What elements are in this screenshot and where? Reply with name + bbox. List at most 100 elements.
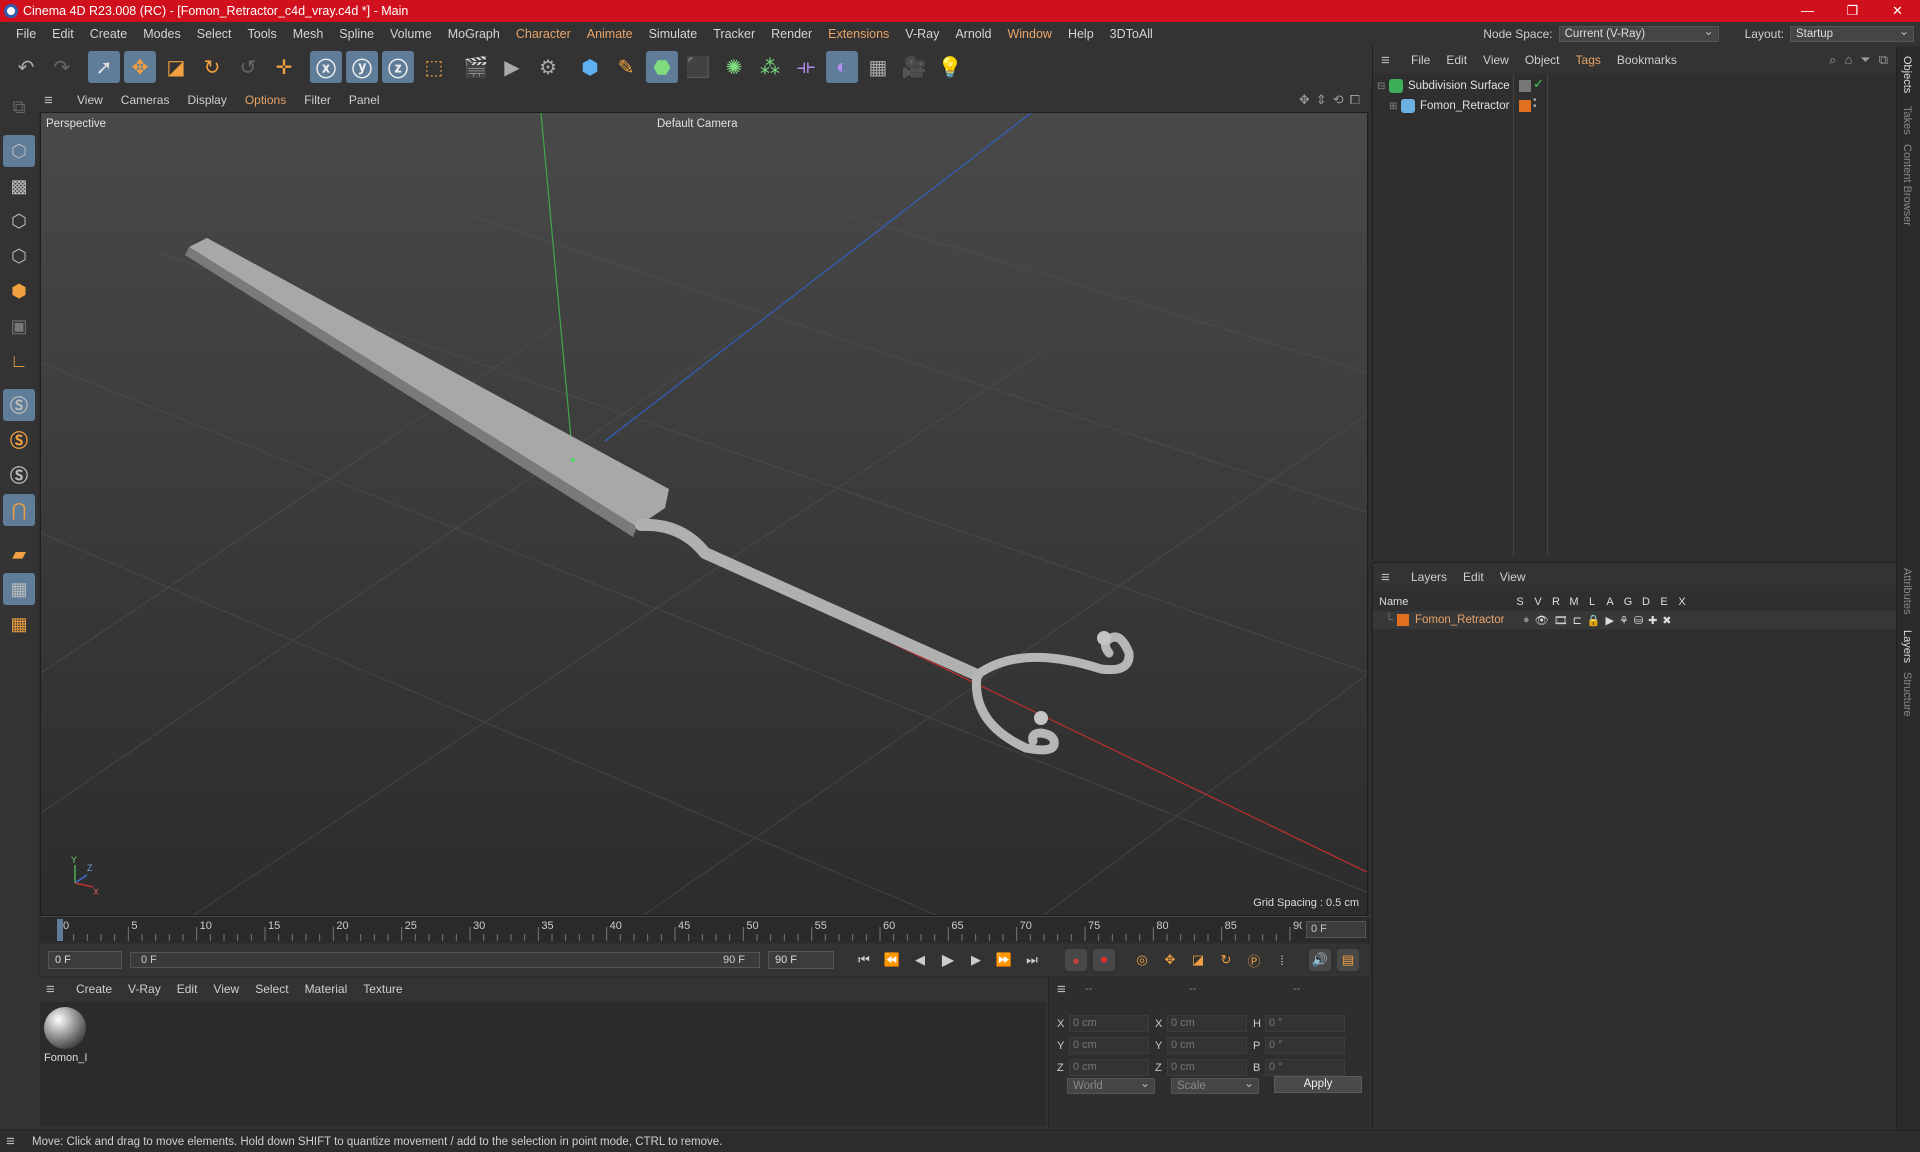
key-pla-icon[interactable]: ⁞ [1271,949,1293,971]
layer-col-expressions[interactable]: E [1655,596,1673,608]
key-parameter-icon[interactable]: Ⓟ [1243,949,1265,971]
scale-tool-icon[interactable]: ◪ [160,51,192,83]
layer-name[interactable]: Fomon_Retractor [1415,614,1523,626]
keyframe-selection-icon[interactable]: ◎ [1131,949,1153,971]
layer-color-swatch[interactable] [1519,100,1531,112]
recent-tool-icon[interactable]: ↺ [232,51,264,83]
coordinates-hamburger-icon[interactable]: ≡ [1057,981,1073,998]
key-position-icon[interactable]: ✥ [1159,949,1181,971]
manager-icon[interactable]: ⊏ [1573,614,1582,627]
animation-icon[interactable]: ▶ [1606,614,1614,627]
layer-col-render[interactable]: R [1547,596,1565,608]
rotation-h-field[interactable]: 0 ° [1265,1015,1345,1032]
play-icon[interactable]: ▶ [937,949,959,971]
menu-render[interactable]: Render [763,27,820,41]
visibility-dots-icon[interactable]: • • [1533,96,1545,112]
expand-icon[interactable]: ⊟ [1377,81,1389,92]
tab-structure[interactable]: Structure [1901,672,1913,717]
menu-arnold[interactable]: Arnold [947,27,999,41]
menu-animate[interactable]: Animate [579,27,641,41]
material-menu-vray[interactable]: V-Ray [120,982,169,996]
menu-tools[interactable]: Tools [240,27,285,41]
edit-visibility-icon[interactable] [1519,80,1531,92]
layer-col-generators[interactable]: G [1619,596,1637,608]
previous-frame-icon[interactable]: ◀ [909,949,931,971]
expression-icon[interactable]: ✚ [1648,614,1657,627]
generator-icon[interactable]: ⚘ [1619,614,1629,627]
deformer-icon[interactable]: ⛁ [1634,614,1643,627]
layer-row[interactable]: └ Fomon_Retractor ● 👁 🎞 ⊏ 🔒 ▶ ⚘ ⛁ ✚ ✖ [1373,611,1897,629]
deformer-icon[interactable]: ⟛ [790,51,822,83]
y-axis-lock-icon[interactable]: ⓨ [346,51,378,83]
minimize-button[interactable]: — [1785,0,1830,22]
current-frame-field[interactable]: 0 F [1306,921,1366,938]
uv-mode-icon[interactable]: ▣ [3,310,35,342]
object-menu-object[interactable]: Object [1517,53,1568,67]
restore-button[interactable]: ❐ [1830,0,1875,22]
render-picture-viewer-icon[interactable]: ▶ [496,51,528,83]
redo-icon[interactable]: ↷ [46,51,78,83]
menu-simulate[interactable]: Simulate [641,27,706,41]
home-icon[interactable]: ⌂ [1844,52,1852,68]
material-menu-select[interactable]: Select [247,982,296,996]
autokey-icon[interactable]: ⏺ [1093,949,1115,971]
x-axis-lock-icon[interactable]: ⓧ [310,51,342,83]
point-mode-icon[interactable]: ⬡ [3,205,35,237]
menu-vray[interactable]: V-Ray [897,27,947,41]
layout-dropdown[interactable]: Startup [1790,24,1914,42]
menu-window[interactable]: Window [999,27,1059,41]
retractor-model[interactable] [185,238,1134,755]
object-menu-edit[interactable]: Edit [1438,53,1475,67]
layer-menu-edit[interactable]: Edit [1455,570,1492,584]
object-hamburger-icon[interactable]: ≡ [1381,52,1397,69]
key-scale-icon[interactable]: ◪ [1187,949,1209,971]
pen-spline-icon[interactable]: ✎ [610,51,642,83]
layer-col-view[interactable]: V [1529,596,1547,608]
toggle-panel-icon[interactable]: ⧠ [1350,92,1360,108]
select-tool-icon[interactable]: ➚ [88,51,120,83]
next-frame-icon[interactable]: ▶ [965,949,987,971]
dolly-view-icon[interactable]: ⇕ [1316,92,1327,108]
render-settings-icon[interactable]: ⚙ [532,51,564,83]
object-name[interactable]: Fomon_Retractor [1420,100,1509,112]
texture-mode-icon[interactable]: ▩ [3,170,35,202]
previous-key-icon[interactable]: ⏪ [881,949,903,971]
menu-spline[interactable]: Spline [331,27,382,41]
locked-workplane-icon[interactable]: ▦ [3,608,35,640]
status-hamburger-icon[interactable]: ≡ [6,1133,22,1150]
model-mode-icon[interactable]: ⬡ [3,135,35,167]
record-keyframe-icon[interactable]: ● [1065,949,1087,971]
position-x-field[interactable]: 0 cm [1069,1015,1149,1032]
magnet-icon[interactable]: ⋂ [3,494,35,526]
layer-col-animation[interactable]: A [1601,596,1619,608]
material-name[interactable]: Fomon_I [44,1052,87,1064]
playhead[interactable] [57,919,63,941]
xref-icon[interactable]: ✖ [1662,614,1671,627]
cloner-icon[interactable]: ✺ [718,51,750,83]
workplane-snap-icon[interactable]: Ⓢ [3,459,35,491]
timeline-editor-icon[interactable]: ▤ [1337,949,1359,971]
material-menu-material[interactable]: Material [297,982,356,996]
object-row-subdivision-surface[interactable]: ⊟ Subdivision Surface [1377,76,1510,96]
mograph-icon[interactable]: ⁂ [754,51,786,83]
timeline-sound-icon[interactable]: 🔊 [1309,949,1331,971]
field-icon[interactable]: ◐ [826,51,858,83]
rotate-tool-icon[interactable]: ↻ [196,51,228,83]
menu-mograph[interactable]: MoGraph [440,27,508,41]
subdivision-surface-icon[interactable]: ⬣ [646,51,678,83]
lock-icon[interactable]: 🔒 [1587,614,1601,627]
close-button[interactable]: ✕ [1875,0,1920,22]
edge-mode-icon[interactable]: ⬡ [3,240,35,272]
menu-create[interactable]: Create [82,27,136,41]
transform-tool-icon[interactable]: ✛ [268,51,300,83]
rotation-b-field[interactable]: 0 ° [1265,1059,1345,1076]
layer-col-manager[interactable]: M [1565,596,1583,608]
menu-help[interactable]: Help [1060,27,1102,41]
viewport-menu-panel[interactable]: Panel [340,93,389,107]
material-menu-view[interactable]: View [205,982,247,996]
menu-select[interactable]: Select [189,27,240,41]
layer-col-solo[interactable]: S [1511,596,1529,608]
tab-attributes[interactable]: Attributes [1901,568,1913,614]
floor-scene-icon[interactable]: ▦ [862,51,894,83]
object-menu-file[interactable]: File [1403,53,1438,67]
